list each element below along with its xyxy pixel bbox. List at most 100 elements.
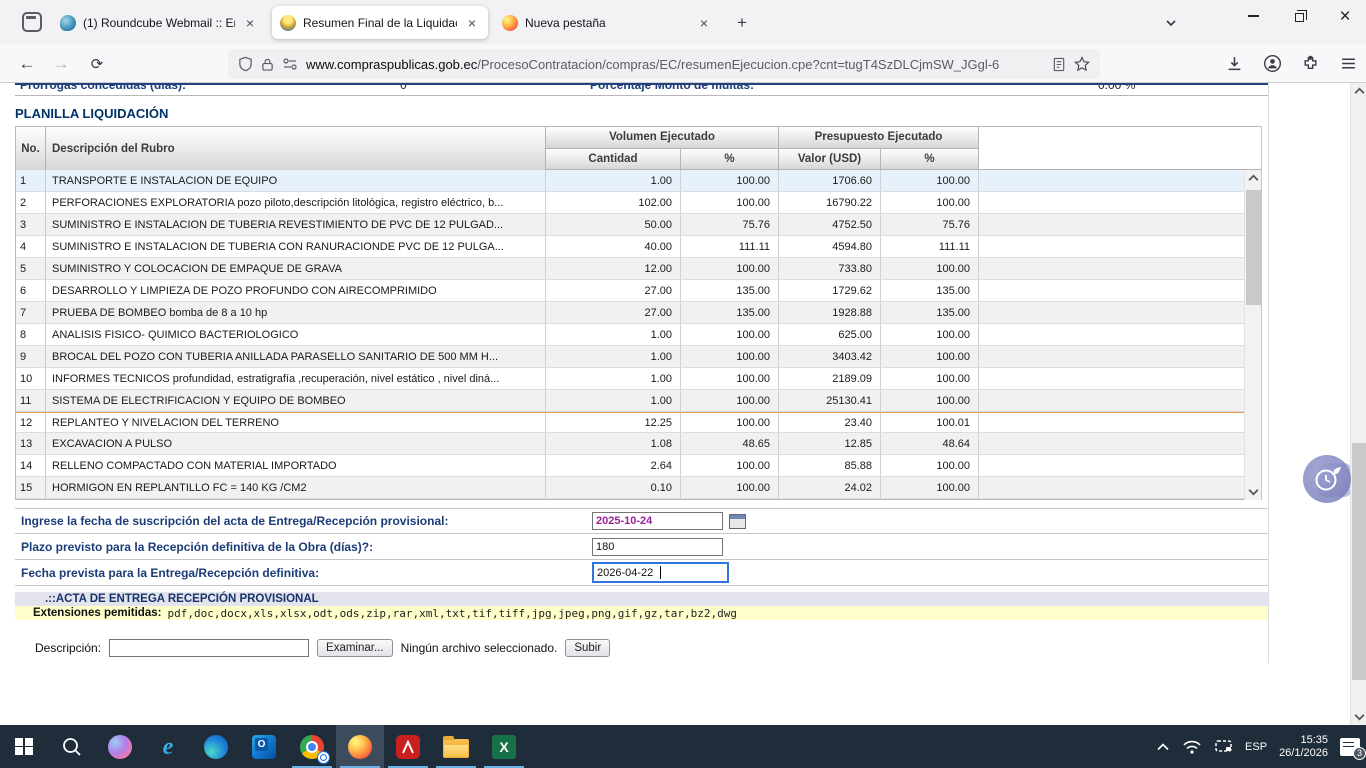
cell-presupuesto-pct: 111.11: [881, 236, 979, 257]
extensions-puzzle-icon[interactable]: [1298, 51, 1322, 75]
col-header-vol-pct: %: [681, 149, 779, 171]
tab-list-dropdown-icon[interactable]: [1160, 12, 1182, 34]
page-scrollbar-thumb[interactable]: [1352, 443, 1366, 680]
examinar-button[interactable]: Examinar...: [317, 639, 393, 657]
prorrogas-label: Prorrogas concedidas (días):: [20, 83, 186, 92]
plazo-dias-input[interactable]: [592, 538, 723, 556]
taskbar-chrome-button[interactable]: [288, 725, 336, 768]
taskbar-file-explorer-button[interactable]: [432, 725, 480, 768]
tab-nueva-pestana[interactable]: Nueva pestaña ×: [494, 6, 720, 39]
tab-roundcube[interactable]: (1) Roundcube Webmail :: Entra ×: [52, 6, 266, 39]
cell-filler: [979, 258, 1261, 279]
cast-display-icon[interactable]: [1214, 739, 1233, 754]
fecha-suscripcion-label: Ingrese la fecha de suscripción del acta…: [21, 514, 448, 528]
cell-no: 5: [16, 258, 46, 279]
taskbar-clock[interactable]: 15:35 26/1/2026: [1279, 734, 1328, 760]
acta-section-header: .::ACTA DE ENTREGA RECEPCIÓN PROVISIONAL: [15, 592, 1268, 606]
tab-close-icon[interactable]: ×: [242, 15, 258, 31]
tab-close-icon[interactable]: ×: [464, 15, 480, 31]
forward-button[interactable]: →: [48, 51, 74, 77]
table-row: 13 EXCAVACION A PULSO 1.08 48.65 12.85 4…: [16, 433, 1261, 455]
planilla-rows: 1 TRANSPORTE E INSTALACION DE EQUIPO 1.0…: [16, 170, 1261, 500]
taskbar-internet-explorer-button[interactable]: e: [144, 725, 192, 768]
edge-icon: [204, 735, 228, 759]
calendar-picker-icon[interactable]: [729, 514, 746, 529]
cell-presupuesto-pct: 100.00: [881, 477, 979, 498]
cell-cantidad: 50.00: [546, 214, 681, 235]
cell-descripcion: SUMINISTRO E INSTALACION DE TUBERIA CON …: [46, 236, 546, 257]
page-scroll-up-icon[interactable]: [1351, 83, 1366, 99]
start-button[interactable]: [0, 725, 48, 768]
tab-resumen-liquidacion[interactable]: Resumen Final de la Liquidación ×: [272, 6, 488, 39]
notification-center-icon[interactable]: 3: [1340, 738, 1360, 756]
taskbar-excel-button[interactable]: X: [480, 725, 528, 768]
cell-descripcion: HORMIGON EN REPLANTILLO FC = 140 KG /CM2: [46, 477, 546, 498]
taskbar-copilot-button[interactable]: [96, 725, 144, 768]
table-scrollbar-thumb[interactable]: [1246, 190, 1261, 305]
table-row: 7 PRUEBA DE BOMBEO bomba de 8 a 10 hp 27…: [16, 302, 1261, 324]
col-header-volumen-ejecutado: Volumen Ejecutado: [546, 127, 779, 149]
table-row: 12 REPLANTEO Y NIVELACION DEL TERRENO 12…: [16, 412, 1261, 433]
tab-label: Nueva pestaña: [525, 16, 689, 30]
cell-volumen-pct: 111.11: [681, 236, 779, 257]
scroll-up-icon[interactable]: [1245, 170, 1262, 186]
new-tab-button[interactable]: +: [731, 12, 753, 34]
tab-close-icon[interactable]: ×: [696, 15, 712, 31]
taskbar-search-button[interactable]: [48, 725, 96, 768]
notification-badge: 3: [1353, 747, 1366, 760]
search-icon: [61, 736, 83, 758]
back-button[interactable]: ←: [14, 51, 40, 77]
page-scroll-down-icon[interactable]: [1351, 709, 1366, 725]
cell-filler: [979, 346, 1261, 367]
restore-button[interactable]: [1276, 0, 1322, 32]
internet-explorer-icon: e: [163, 735, 174, 759]
menu-hamburger-icon[interactable]: [1336, 51, 1360, 75]
taskbar-outlook-button[interactable]: [240, 725, 288, 768]
cell-cantidad: 2.64: [546, 455, 681, 476]
cell-filler: [979, 214, 1261, 235]
subir-button[interactable]: Subir: [565, 639, 610, 657]
minimize-button[interactable]: [1230, 0, 1276, 32]
cell-descripcion: PRUEBA DE BOMBEO bomba de 8 a 10 hp: [46, 302, 546, 323]
cell-no: 3: [16, 214, 46, 235]
cell-presupuesto-pct: 75.76: [881, 214, 979, 235]
language-indicator[interactable]: ESP: [1245, 741, 1267, 753]
url-bar[interactable]: www.compraspublicas.gob.ec/ProcesoContra…: [228, 49, 1100, 79]
cell-filler: [979, 455, 1261, 476]
cell-cantidad: 102.00: [546, 192, 681, 213]
col-header-no: No.: [16, 127, 46, 171]
close-button[interactable]: [1322, 0, 1366, 32]
cell-valor-usd: 23.40: [779, 413, 881, 432]
downloads-icon[interactable]: [1222, 51, 1246, 75]
tray-chevron-up-icon[interactable]: [1156, 742, 1170, 752]
prorrogas-value: 0: [400, 83, 407, 92]
cell-descripcion: RELLENO COMPACTADO CON MATERIAL IMPORTAD…: [46, 455, 546, 476]
timer-extension-widget[interactable]: [1303, 455, 1351, 503]
cell-valor-usd: 1706.60: [779, 170, 881, 191]
firefox-icon: [348, 735, 372, 759]
cell-cantidad: 27.00: [546, 280, 681, 301]
wifi-icon[interactable]: [1182, 739, 1202, 755]
screen: (1) Roundcube Webmail :: Entra × Resumen…: [0, 0, 1366, 768]
bookmark-star-icon[interactable]: [1074, 56, 1090, 72]
cell-valor-usd: 1928.88: [779, 302, 881, 323]
account-icon[interactable]: [1260, 51, 1284, 75]
fecha-suscripcion-input[interactable]: [592, 512, 723, 530]
cell-cantidad: 1.00: [546, 346, 681, 367]
windows-logo-icon: [15, 738, 33, 756]
cell-cantidad: 12.00: [546, 258, 681, 279]
reader-mode-icon[interactable]: [1052, 57, 1066, 72]
taskbar-acrobat-button[interactable]: [384, 725, 432, 768]
table-scrollbar[interactable]: [1244, 170, 1261, 500]
firefox-view-icon[interactable]: [22, 12, 42, 32]
page-scrollbar[interactable]: [1350, 83, 1366, 725]
col-header-pres-pct: %: [881, 149, 979, 171]
excel-icon: X: [492, 735, 516, 759]
reload-button[interactable]: ⟳: [84, 51, 110, 77]
taskbar-edge-button[interactable]: [192, 725, 240, 768]
descripcion-input[interactable]: [109, 639, 309, 657]
firefox-favicon-icon: [502, 15, 518, 31]
section-title: PLANILLA LIQUIDACIÓN: [15, 106, 168, 121]
scroll-down-icon[interactable]: [1245, 484, 1262, 500]
taskbar-firefox-button[interactable]: [336, 725, 384, 768]
